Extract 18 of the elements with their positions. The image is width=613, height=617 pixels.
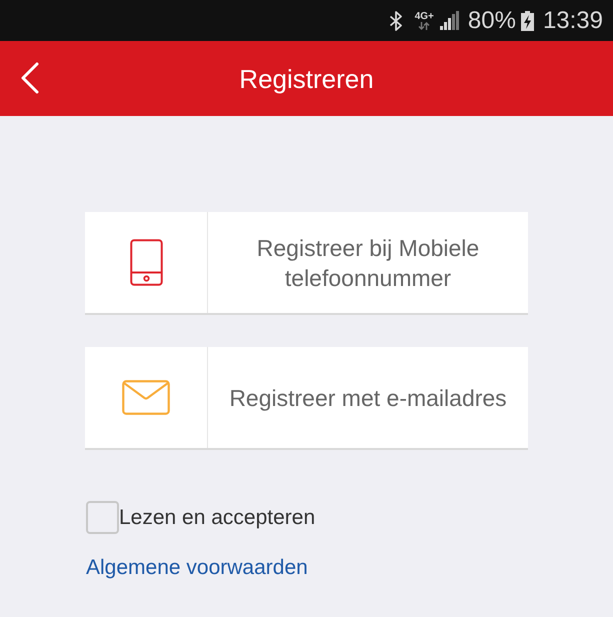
agreement-checkbox[interactable] bbox=[86, 501, 119, 534]
signal-strength-icon bbox=[440, 11, 459, 30]
battery-charging-icon bbox=[520, 10, 534, 30]
back-chevron-icon bbox=[21, 62, 39, 94]
agreement-label: Lezen en accepteren bbox=[119, 507, 316, 528]
network-type-label: 4G+ bbox=[414, 11, 434, 22]
battery-percentage: 80% bbox=[468, 8, 516, 32]
data-arrows-icon bbox=[418, 22, 430, 30]
terms-link[interactable]: Algemene voorwaarden bbox=[86, 557, 308, 578]
bluetooth-icon bbox=[388, 10, 403, 30]
mobile-phone-icon bbox=[130, 239, 162, 286]
clock-time: 13:39 bbox=[542, 8, 603, 32]
option-label: Registreer bij Mobiele telefoonnummer bbox=[256, 234, 480, 292]
page-title: Registreren bbox=[239, 66, 374, 92]
register-option-button[interactable]: Registreer bij Mobiele telefoonnummer bbox=[85, 212, 528, 315]
register-option-button[interactable]: Registreer met e-mailadres bbox=[85, 347, 528, 450]
option-label: Registreer met e-mailadres bbox=[229, 384, 507, 412]
envelope-icon bbox=[122, 380, 170, 415]
